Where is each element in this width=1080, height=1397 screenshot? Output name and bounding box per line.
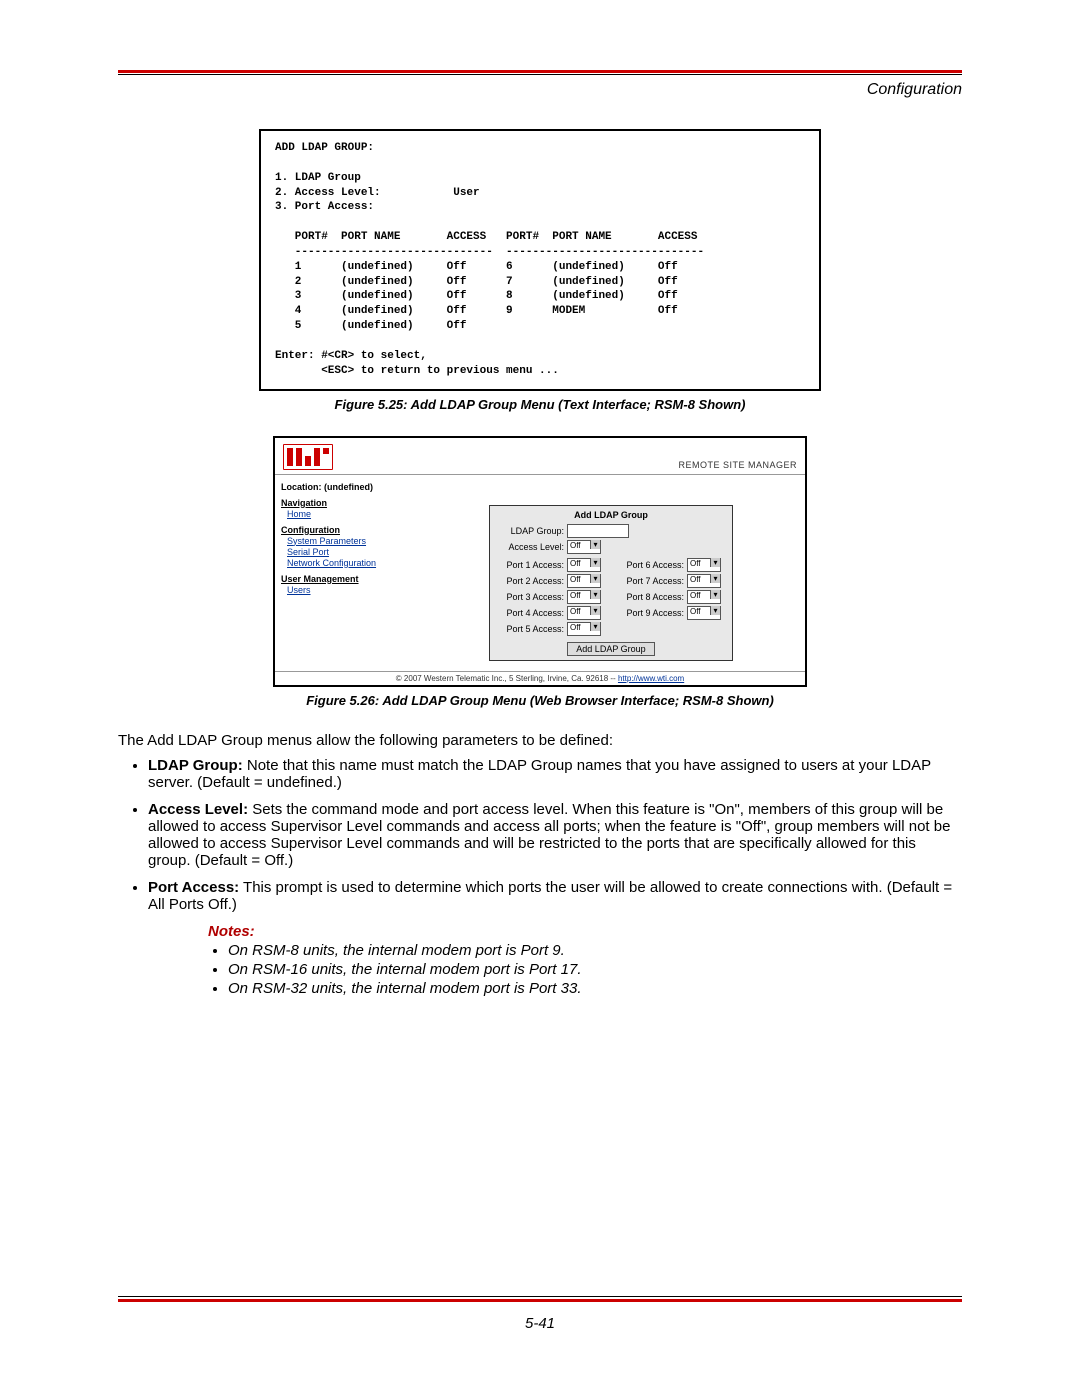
port4-label: Port 4 Access:	[496, 608, 564, 618]
access-level-text: Sets the command mode and port access le…	[148, 801, 950, 869]
location-label: Location: (undefined)	[281, 482, 411, 492]
port2-select[interactable]: Off	[567, 574, 601, 588]
ldap-group-input[interactable]	[567, 524, 629, 538]
note-item: On RSM-16 units, the internal modem port…	[228, 961, 962, 978]
add-ldap-group-form: Add LDAP Group LDAP Group: Access Level:…	[489, 505, 733, 661]
terminal-figure: ADD LDAP GROUP: 1. LDAP Group 2. Access …	[259, 129, 821, 391]
port1-label: Port 1 Access:	[496, 560, 564, 570]
access-level-bold: Access Level:	[148, 801, 248, 818]
port5-label: Port 5 Access:	[496, 624, 564, 634]
port9-label: Port 9 Access:	[616, 608, 684, 618]
port-access-bold: Port Access:	[148, 879, 239, 896]
port8-label: Port 8 Access:	[616, 592, 684, 602]
term-row: 1 (undefined) Off 6 (undefined) Off	[275, 261, 678, 273]
ldap-group-bold: LDAP Group:	[148, 757, 243, 774]
notes-title: Notes:	[208, 923, 255, 940]
user-mgmt-heading: User Management	[281, 574, 411, 584]
port6-label: Port 6 Access:	[616, 560, 684, 570]
list-item: LDAP Group: Note that this name must mat…	[148, 757, 962, 791]
wti-logo-icon	[283, 444, 333, 470]
add-ldap-group-button[interactable]: Add LDAP Group	[567, 642, 654, 656]
list-item: Port Access: This prompt is used to dete…	[148, 879, 962, 913]
port3-select[interactable]: Off	[567, 590, 601, 604]
config-heading: Configuration	[281, 525, 411, 535]
web-footer: © 2007 Western Telematic Inc., 5 Sterlin…	[275, 671, 805, 685]
ldap-group-text: Note that this name must match the LDAP …	[148, 757, 931, 791]
section-title: Configuration	[118, 81, 962, 99]
footer-text: © 2007 Western Telematic Inc., 5 Sterlin…	[396, 674, 618, 683]
term-item: 1. LDAP Group	[275, 172, 361, 184]
top-rule	[118, 70, 962, 75]
term-headers: PORT# PORT NAME ACCESS PORT# PORT NAME A…	[275, 231, 697, 243]
page-number: 5-41	[0, 1315, 1080, 1332]
port4-select[interactable]: Off	[567, 606, 601, 620]
port2-label: Port 2 Access:	[496, 576, 564, 586]
form-title: Add LDAP Group	[496, 510, 726, 520]
web-figure: REMOTE SITE MANAGER Location: (undefined…	[273, 436, 807, 687]
nav-heading: Navigation	[281, 498, 411, 508]
port5-select[interactable]: Off	[567, 622, 601, 636]
product-label: REMOTE SITE MANAGER	[678, 460, 797, 470]
figure-5-25-caption: Figure 5.25: Add LDAP Group Menu (Text I…	[118, 397, 962, 412]
term-row: 3 (undefined) Off 8 (undefined) Off	[275, 290, 678, 302]
note-item: On RSM-32 units, the internal modem port…	[228, 980, 962, 997]
port7-select[interactable]: Off	[687, 574, 721, 588]
access-level-select[interactable]: Off	[567, 540, 601, 554]
figure-5-26-caption: Figure 5.26: Add LDAP Group Menu (Web Br…	[118, 693, 962, 708]
notes-block: Notes: On RSM-8 units, the internal mode…	[208, 923, 962, 997]
port7-label: Port 7 Access:	[616, 576, 684, 586]
footer-link[interactable]: http://www.wti.com	[618, 674, 684, 683]
nav-network-config-link[interactable]: Network Configuration	[287, 558, 411, 568]
port1-select[interactable]: Off	[567, 558, 601, 572]
note-item: On RSM-8 units, the internal modem port …	[228, 942, 962, 959]
nav-users-link[interactable]: Users	[287, 585, 411, 595]
term-enter-1: Enter: #<CR> to select,	[275, 350, 427, 362]
intro-paragraph: The Add LDAP Group menus allow the follo…	[118, 732, 962, 749]
term-row: 4 (undefined) Off 9 MODEM Off	[275, 305, 678, 317]
port3-label: Port 3 Access:	[496, 592, 564, 602]
term-row: 2 (undefined) Off 7 (undefined) Off	[275, 276, 678, 288]
port9-select[interactable]: Off	[687, 606, 721, 620]
port8-select[interactable]: Off	[687, 590, 721, 604]
ldap-group-label: LDAP Group:	[496, 526, 564, 536]
term-item: 3. Port Access:	[275, 201, 374, 213]
term-title: ADD LDAP GROUP:	[275, 142, 374, 154]
term-item: 2. Access Level: User	[275, 187, 480, 199]
term-row: 5 (undefined) Off	[275, 320, 466, 332]
access-level-label: Access Level:	[496, 542, 564, 552]
nav-home-link[interactable]: Home	[287, 509, 411, 519]
port6-select[interactable]: Off	[687, 558, 721, 572]
nav-system-params-link[interactable]: System Parameters	[287, 536, 411, 546]
port-access-text: This prompt is used to determine which p…	[148, 879, 952, 913]
term-divider: ------------------------------ ---------…	[275, 246, 704, 258]
term-enter-2: <ESC> to return to previous menu ...	[275, 365, 559, 377]
list-item: Access Level: Sets the command mode and …	[148, 801, 962, 869]
parameter-list: LDAP Group: Note that this name must mat…	[148, 757, 962, 913]
bottom-rule	[118, 1296, 962, 1302]
nav-serial-port-link[interactable]: Serial Port	[287, 547, 411, 557]
